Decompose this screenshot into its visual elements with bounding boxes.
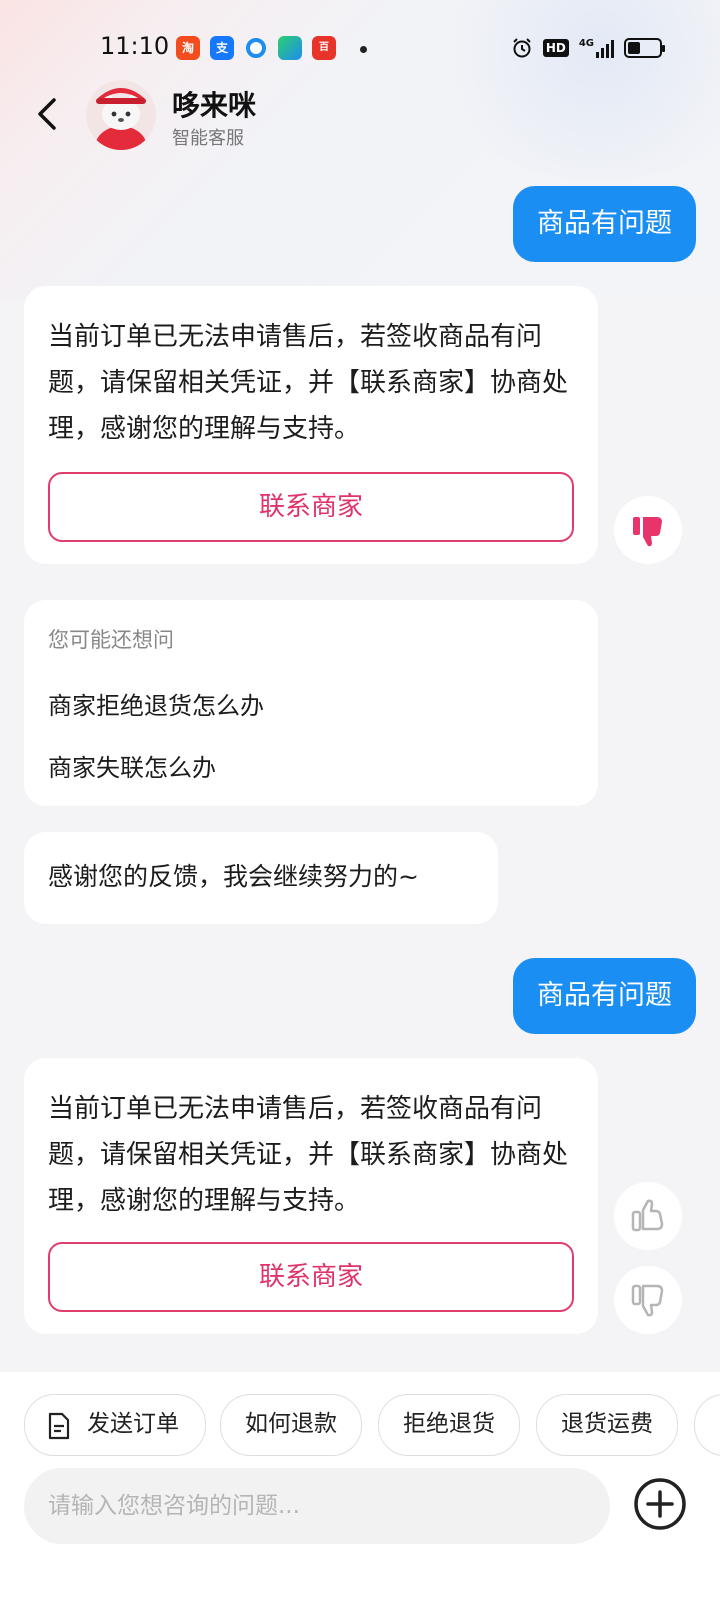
dislike-button[interactable] bbox=[614, 1266, 682, 1334]
bottom-panel: 发送订单 如何退款 拒绝退货 退货运费 请输入您想咨询的问题... bbox=[0, 1372, 720, 1600]
chip-label: 发送订单 bbox=[87, 1411, 179, 1437]
bot-subtitle: 智能客服 bbox=[172, 128, 244, 149]
like-button[interactable] bbox=[614, 1182, 682, 1250]
browser-app-icon bbox=[246, 38, 266, 58]
user-message: 商品有问题 bbox=[513, 958, 696, 1034]
video-app-icon bbox=[278, 36, 302, 60]
suggestion-item[interactable]: 商家拒绝退货怎么办 bbox=[48, 686, 264, 721]
bot-message-card: 当前订单已无法申请售后，若签收商品有问题，请保留相关凭证，并【联系商家】协商处理… bbox=[24, 1058, 598, 1334]
avatar[interactable] bbox=[86, 80, 156, 150]
plus-icon[interactable] bbox=[632, 1476, 688, 1532]
suggestion-title: 您可能还想问 bbox=[48, 628, 174, 652]
bot-message-card: 当前订单已无法申请售后，若签收商品有问题，请保留相关凭证，并【联系商家】协商处理… bbox=[24, 286, 598, 564]
message-input[interactable]: 请输入您想咨询的问题... bbox=[24, 1468, 610, 1544]
4g-signal-icon: 4G bbox=[579, 38, 614, 58]
user-message: 商品有问题 bbox=[513, 186, 696, 262]
chat-header: 哆来咪 智能客服 bbox=[0, 76, 720, 156]
quick-reply-chip[interactable]: 如何退款 bbox=[220, 1394, 362, 1456]
thumbs-down-icon bbox=[631, 1284, 664, 1317]
dislike-button[interactable] bbox=[614, 496, 682, 564]
alarm-icon bbox=[513, 38, 531, 58]
quick-reply-chip[interactable]: 退货运费 bbox=[536, 1394, 678, 1456]
status-time: 11:10 bbox=[100, 32, 170, 60]
taobao-app-icon: 淘 bbox=[176, 36, 200, 60]
send-order-chip[interactable]: 发送订单 bbox=[24, 1394, 206, 1456]
alipay-app-icon: 支 bbox=[210, 36, 234, 60]
back-arrow-icon[interactable] bbox=[30, 94, 70, 134]
baiyi-app-icon: 百 bbox=[312, 36, 336, 60]
thumbs-up-icon bbox=[631, 1199, 664, 1232]
contact-merchant-button[interactable]: 联系商家 bbox=[48, 472, 574, 542]
status-bar: 11:10 淘 支 百 HD 4G bbox=[0, 26, 720, 70]
bot-thanks-bubble: 感谢您的反馈，我会继续努力的~ bbox=[24, 832, 498, 924]
bot-message-text: 当前订单已无法申请售后，若签收商品有问题，请保留相关凭证，并【联系商家】协商处理… bbox=[48, 1094, 569, 1216]
bot-message-text: 当前订单已无法申请售后，若签收商品有问题，请保留相关凭证，并【联系商家】协商处理… bbox=[48, 322, 569, 444]
battery-icon bbox=[624, 38, 665, 58]
bot-name: 哆来咪 bbox=[172, 89, 257, 122]
contact-merchant-button[interactable]: 联系商家 bbox=[48, 1242, 574, 1312]
quick-reply-chip-partial[interactable] bbox=[694, 1394, 720, 1456]
thumbs-down-filled-icon bbox=[633, 517, 662, 547]
status-right-icons: HD 4G bbox=[511, 34, 665, 62]
suggestion-card: 您可能还想问 商家拒绝退货怎么办 商家失联怎么办 bbox=[24, 600, 598, 806]
bot-thanks-text: 感谢您的反馈，我会继续努力的~ bbox=[48, 862, 419, 891]
suggestion-item[interactable]: 商家失联怎么办 bbox=[48, 748, 216, 783]
quick-reply-chip[interactable]: 拒绝退货 bbox=[378, 1394, 520, 1456]
document-icon bbox=[48, 1412, 70, 1440]
notification-dot-icon bbox=[360, 46, 367, 53]
hd-icon: HD bbox=[542, 39, 569, 57]
